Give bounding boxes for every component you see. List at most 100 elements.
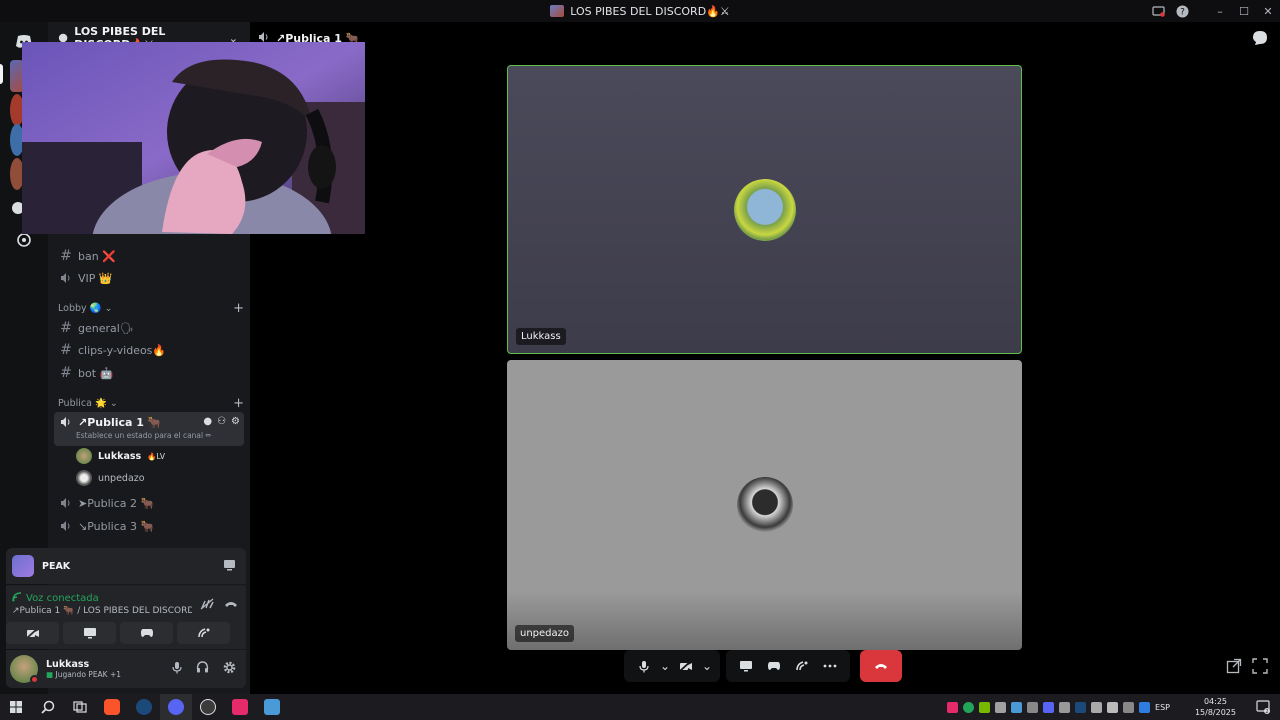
participant-tile-unpedazo[interactable]: unpedazo xyxy=(507,360,1022,650)
pop-out-icon[interactable] xyxy=(1226,658,1242,674)
tray-nvidia-icon[interactable] xyxy=(979,701,991,713)
channel-bot[interactable]: # bot 🤖 xyxy=(54,362,244,384)
participant-name: unpedazo xyxy=(515,625,575,642)
steam-icon[interactable] xyxy=(128,694,160,720)
tray-discord-icon[interactable] xyxy=(1043,701,1055,713)
voice-action-buttons xyxy=(6,622,246,644)
gear-icon[interactable]: ⚙ xyxy=(231,416,240,427)
voice-connected-label: Voz conectada xyxy=(26,593,99,604)
soundboard-button[interactable] xyxy=(790,654,814,678)
discord-taskbar-icon[interactable] xyxy=(160,694,192,720)
maximize-button[interactable]: ☐ xyxy=(1232,0,1256,22)
disconnect-button[interactable] xyxy=(860,650,902,682)
webcam-overlay xyxy=(22,42,365,234)
voice-member[interactable]: unpedazo xyxy=(76,468,145,488)
member-tag: 🔥LV xyxy=(147,451,166,461)
svg-text:?: ? xyxy=(1180,7,1185,17)
tray-steam-icon[interactable] xyxy=(1075,701,1087,713)
channel-label: ↘Publica 3 🐂 xyxy=(78,519,155,533)
help-icon[interactable]: ? xyxy=(1170,0,1194,22)
voice-channel-publica-3[interactable]: ↘Publica 3 🐂 xyxy=(54,515,244,537)
brave-browser-icon[interactable] xyxy=(96,694,128,720)
start-button[interactable] xyxy=(0,694,32,720)
voice-connected-status[interactable]: Voz conectada xyxy=(12,592,99,605)
voice-channel-publica-1[interactable]: ↗Publica 1 🐂 ● ⚇ ⚙ xyxy=(54,412,244,446)
window-title-text: LOS PIBES DEL DISCORD🔥⚔ xyxy=(570,4,730,18)
avatar[interactable] xyxy=(10,655,39,684)
activities-button[interactable] xyxy=(120,622,173,644)
headphones-icon[interactable] xyxy=(196,661,209,677)
window-title: LOS PIBES DEL DISCORD🔥⚔ xyxy=(550,4,730,18)
chevron-down-icon[interactable]: ⌄ xyxy=(702,654,712,678)
open-chat-icon[interactable] xyxy=(1252,30,1268,46)
camera-button[interactable] xyxy=(674,654,698,678)
tray-usb-icon[interactable] xyxy=(1059,701,1071,713)
screen-share-icon[interactable] xyxy=(223,559,236,574)
tray-network-icon[interactable] xyxy=(1011,701,1023,713)
call-controls: ⌄ ⌄ xyxy=(624,650,902,682)
minimize-button[interactable]: – xyxy=(1208,0,1232,22)
game-icon xyxy=(12,555,34,577)
mic-button[interactable] xyxy=(632,654,656,678)
activities-button[interactable] xyxy=(762,654,786,678)
tray-bluetooth-icon[interactable] xyxy=(1139,701,1151,713)
gear-icon[interactable] xyxy=(223,661,236,677)
user-status: ■ Jugando PEAK +1 xyxy=(46,670,121,679)
channel-clips-y-videos[interactable]: # clips-y-videos🔥 xyxy=(54,339,244,361)
share-screen-button[interactable] xyxy=(734,654,758,678)
search-icon[interactable] xyxy=(32,694,64,720)
speaker-icon xyxy=(60,497,72,509)
tray-mic-icon[interactable] xyxy=(1027,701,1039,713)
taskbar-clock[interactable]: 04:25 15/8/2025 xyxy=(1195,696,1236,718)
soundboard-button[interactable] xyxy=(177,622,230,644)
fullscreen-icon[interactable] xyxy=(1252,658,1268,674)
mic-icon[interactable] xyxy=(172,661,182,677)
tray-tiktok-icon[interactable] xyxy=(947,701,959,713)
more-options-button[interactable] xyxy=(818,654,842,678)
member-name: unpedazo xyxy=(98,472,145,484)
chevron-down-icon[interactable]: ⌄ xyxy=(660,654,670,678)
obs-icon[interactable] xyxy=(192,694,224,720)
peak-game-icon[interactable] xyxy=(256,694,288,720)
camera-off-button[interactable] xyxy=(6,622,59,644)
add-channel-icon[interactable]: + xyxy=(233,396,244,411)
voice-member[interactable]: Lukkass 🔥LV xyxy=(76,446,165,466)
tray-display-icon[interactable] xyxy=(1091,701,1103,713)
add-channel-icon[interactable]: + xyxy=(233,301,244,316)
share-screen-button[interactable] xyxy=(63,622,116,644)
discover-icon[interactable] xyxy=(16,232,32,248)
invite-icon[interactable]: ⚇ xyxy=(217,416,226,427)
participant-tile-lukkass[interactable]: Lukkass xyxy=(507,65,1022,354)
input-language[interactable]: ESP xyxy=(1155,703,1170,712)
voice-channel-publica-2[interactable]: ➤Publica 2 🐂 xyxy=(54,492,244,514)
user-panel[interactable]: Lukkass ■ Jugando PEAK +1 xyxy=(6,650,246,688)
avatar xyxy=(733,178,796,241)
category-publica[interactable]: Publica 🌟 ⌄ + xyxy=(58,395,244,411)
title-bar: LOS PIBES DEL DISCORD🔥⚔ ? – ☐ ✕ xyxy=(0,0,1280,22)
channel-ban[interactable]: # ban ❌ xyxy=(54,245,244,267)
chat-bubble-icon[interactable]: ● xyxy=(203,416,212,427)
gamepad-icon: ■ xyxy=(46,670,54,679)
disconnect-icon[interactable] xyxy=(224,598,238,613)
clock-date: 15/8/2025 xyxy=(1194,708,1236,717)
inbox-icon[interactable] xyxy=(1146,0,1170,22)
task-view-icon[interactable] xyxy=(64,694,96,720)
category-lobby[interactable]: Lobby 🌏 ⌄ + xyxy=(58,300,244,316)
hang-up-icon xyxy=(875,664,887,669)
tiktok-icon[interactable] xyxy=(224,694,256,720)
tray-app-icon[interactable] xyxy=(995,701,1007,713)
tray-volume-icon[interactable] xyxy=(1107,701,1119,713)
tray-spotify-icon[interactable] xyxy=(963,701,975,713)
gamepad-icon xyxy=(768,662,780,670)
channel-general[interactable]: # general🗣 xyxy=(54,317,244,339)
voice-location[interactable]: ↗Publica 1 🐂 / LOS PIBES DEL DISCORD... xyxy=(12,606,192,616)
tray-wifi-icon[interactable] xyxy=(1123,701,1135,713)
notification-center-icon[interactable]: 2 xyxy=(1256,700,1270,715)
mic-icon xyxy=(639,660,649,672)
noise-suppression-icon[interactable] xyxy=(200,598,214,613)
channel-status-input[interactable]: Establece un estado para el canal ✏ xyxy=(76,431,212,440)
channel-vip[interactable]: VIP 👑 xyxy=(54,267,244,289)
activity-panel[interactable]: PEAK xyxy=(6,548,246,584)
os-taskbar: ESP 04:25 15/8/2025 2 xyxy=(0,694,1280,720)
close-button[interactable]: ✕ xyxy=(1256,0,1280,22)
